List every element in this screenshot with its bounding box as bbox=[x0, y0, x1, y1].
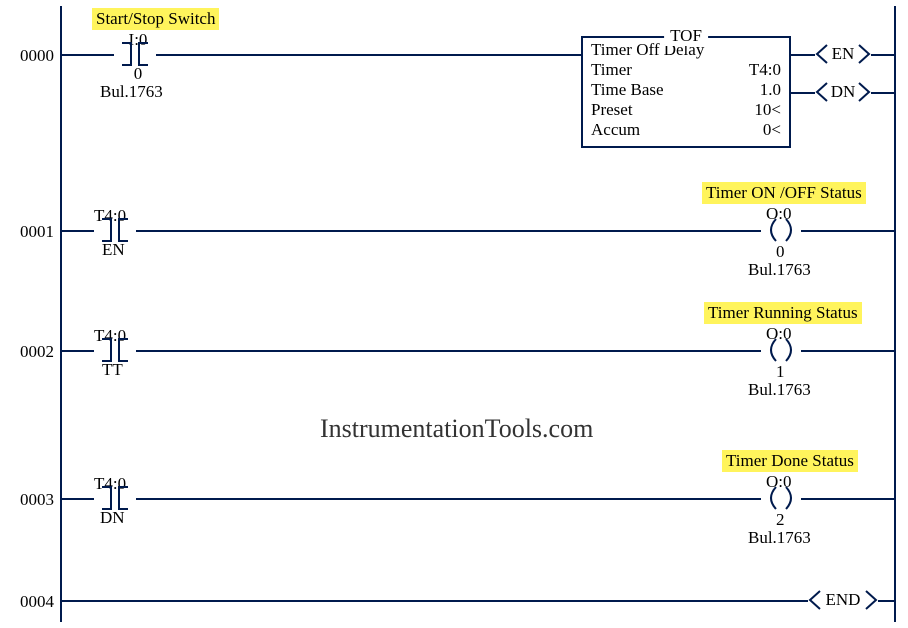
tof-timebase-v: 1.0 bbox=[760, 80, 781, 100]
xic-contact bbox=[94, 486, 136, 510]
right-power-rail bbox=[894, 6, 896, 622]
wire bbox=[791, 92, 815, 94]
tof-timer-v: T4:0 bbox=[749, 60, 781, 80]
rung0-contact-bit: 0 bbox=[120, 64, 156, 84]
rung0-contact-desc: Bul.1763 bbox=[100, 82, 163, 102]
rung3-comment: Timer Done Status bbox=[722, 450, 858, 472]
left-power-rail bbox=[60, 6, 62, 622]
rung-number: 0001 bbox=[6, 222, 54, 242]
rung3-coil-desc: Bul.1763 bbox=[748, 528, 811, 548]
wire bbox=[62, 350, 94, 352]
rung1-coil-bit: 0 bbox=[776, 242, 785, 262]
en-coil: EN bbox=[815, 43, 871, 65]
watermark-text: InstrumentationTools.com bbox=[320, 414, 593, 444]
xic-contact bbox=[94, 218, 136, 242]
rung-number: 0000 bbox=[6, 46, 54, 66]
en-coil-label: EN bbox=[815, 44, 871, 64]
wire bbox=[62, 230, 94, 232]
wire bbox=[801, 230, 896, 232]
rung3-coil-bit: 2 bbox=[776, 510, 785, 530]
wire bbox=[801, 350, 896, 352]
rung2-contact-bit: TT bbox=[102, 360, 123, 380]
rung-number: 0004 bbox=[6, 592, 54, 612]
rung2-coil-bit: 1 bbox=[776, 362, 785, 382]
tof-accum-v: 0< bbox=[763, 120, 781, 140]
rung-number: 0002 bbox=[6, 342, 54, 362]
output-coil bbox=[761, 216, 801, 244]
wire bbox=[62, 600, 808, 602]
tof-preset-v: 10< bbox=[754, 100, 781, 120]
wire bbox=[136, 498, 761, 500]
rung3-contact-bit: DN bbox=[100, 508, 125, 528]
wire bbox=[136, 350, 761, 352]
wire bbox=[871, 54, 896, 56]
end-coil-label: END bbox=[808, 590, 878, 610]
rung1-comment: Timer ON /OFF Status bbox=[702, 182, 866, 204]
wire bbox=[62, 54, 114, 56]
wire bbox=[878, 600, 896, 602]
rung2-coil-desc: Bul.1763 bbox=[748, 380, 811, 400]
rung2-comment: Timer Running Status bbox=[704, 302, 862, 324]
wire bbox=[791, 54, 815, 56]
output-coil bbox=[761, 336, 801, 364]
wire bbox=[62, 498, 94, 500]
rung0-comment: Start/Stop Switch bbox=[92, 8, 219, 30]
tof-timebase-k: Time Base bbox=[591, 80, 664, 100]
wire bbox=[136, 230, 761, 232]
rung-number: 0003 bbox=[6, 490, 54, 510]
dn-coil: DN bbox=[815, 81, 871, 103]
tof-instruction-block: TOF Timer Off Delay TimerT4:0 Time Base1… bbox=[581, 36, 791, 148]
wire bbox=[801, 498, 896, 500]
tof-accum-k: Accum bbox=[591, 120, 640, 140]
tof-title: TOF bbox=[664, 26, 708, 46]
rung1-contact-bit: EN bbox=[102, 240, 125, 260]
end-coil: END bbox=[808, 589, 878, 611]
rung1-coil-desc: Bul.1763 bbox=[748, 260, 811, 280]
output-coil bbox=[761, 484, 801, 512]
tof-timer-k: Timer bbox=[591, 60, 632, 80]
xic-contact bbox=[94, 338, 136, 362]
xic-contact bbox=[114, 42, 156, 66]
dn-coil-label: DN bbox=[815, 82, 871, 102]
wire bbox=[156, 54, 581, 56]
wire bbox=[871, 92, 896, 94]
tof-preset-k: Preset bbox=[591, 100, 633, 120]
